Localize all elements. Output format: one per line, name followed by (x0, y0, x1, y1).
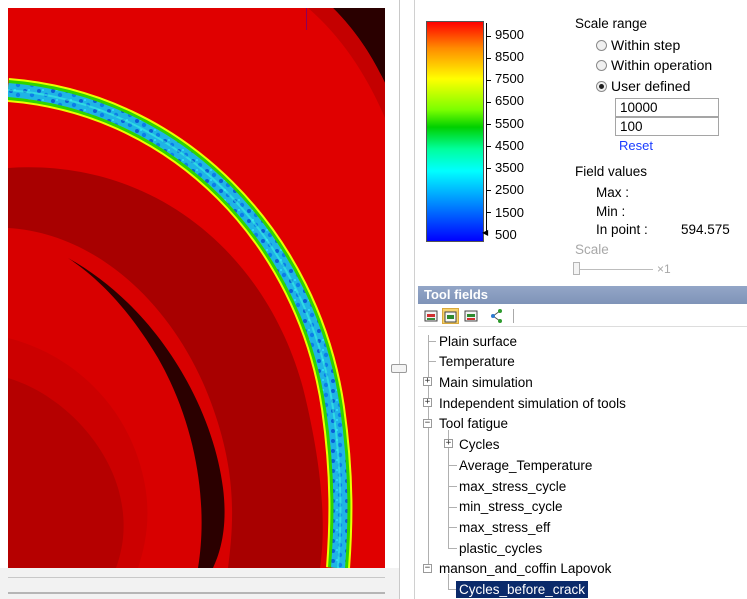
field-render (8, 8, 385, 568)
in-point-value: 594.575 (681, 222, 730, 237)
tree-connector (448, 527, 457, 528)
toolbar-separator (513, 309, 514, 323)
legend-label: 2500 (495, 182, 524, 197)
tree-item-temperature[interactable]: Temperature (439, 353, 515, 370)
collapse-minus-icon[interactable]: − (423, 419, 432, 428)
legend-label: 5500 (495, 116, 524, 131)
splitter-line (399, 0, 400, 599)
tree-item-manson-and-coffin[interactable]: manson_and_coffin Lapovok (439, 560, 611, 577)
expand-plus-icon[interactable]: + (423, 398, 432, 407)
collapse-minus-icon[interactable]: − (423, 564, 432, 573)
legend-label: 8500 (495, 49, 524, 64)
radio-button-checked-icon[interactable] (596, 80, 607, 92)
share-icon[interactable] (488, 308, 505, 324)
tree-connector (428, 361, 436, 362)
tree-item-plain-surface[interactable]: Plain surface (439, 333, 517, 350)
tree-item-max-stress-cycle[interactable]: max_stress_cycle (459, 478, 566, 495)
legend-tick (486, 102, 491, 103)
radio-button-icon[interactable] (596, 39, 607, 51)
tool-fields-toolbar (418, 305, 747, 327)
legend-tick (486, 190, 491, 191)
tree-connector (448, 589, 456, 590)
layer-alt-icon[interactable] (463, 308, 480, 324)
radio-label: Within step (611, 37, 681, 53)
in-point-label: In point : (596, 222, 648, 237)
panel-separator (414, 0, 415, 599)
expand-plus-icon[interactable]: + (444, 439, 453, 448)
legend-tick (486, 58, 491, 59)
reset-link[interactable]: Reset (619, 139, 653, 151)
legend-tick (486, 36, 491, 37)
legend-label: 3500 (495, 160, 524, 175)
radio-within-operation[interactable]: Within operation (596, 57, 712, 73)
tree-connector (428, 341, 436, 342)
legend-pointer-icon: ◀ (482, 228, 489, 237)
legend-tick (486, 124, 491, 125)
tree-item-independent-simulation[interactable]: Independent simulation of tools (439, 395, 626, 412)
scale-multiplier: ×1 (657, 262, 671, 276)
legend-tick (486, 80, 491, 81)
tool-fields-header: Tool fields (418, 286, 747, 304)
radio-label: User defined (611, 78, 691, 94)
legend-label: 1500 (495, 205, 524, 220)
tree-item-tool-fatigue[interactable]: Tool fatigue (439, 415, 508, 432)
tree-item-average-temperature[interactable]: Average_Temperature (459, 457, 592, 474)
field-values-title: Field values (575, 164, 648, 179)
min-value-input[interactable] (615, 117, 719, 136)
legend-label: 4500 (495, 138, 524, 153)
scale-slider-track[interactable] (579, 269, 653, 270)
splitter-handle[interactable] (391, 364, 407, 373)
tree-item-cycles[interactable]: Cycles (459, 436, 500, 453)
tree-item-plastic-cycles[interactable]: plastic_cycles (459, 540, 542, 557)
tree-connector (428, 335, 429, 571)
tree-connector (448, 486, 457, 487)
legend-axis (486, 23, 487, 233)
legend-label: 500 (495, 227, 517, 242)
radio-label: Within operation (611, 57, 713, 73)
legend-label: 6500 (495, 93, 524, 108)
scale-range-title: Scale range (575, 16, 648, 31)
legend-tick (486, 212, 491, 213)
tree-item-max-stress-eff[interactable]: max_stress_eff (459, 519, 550, 536)
max-label: Max : (596, 185, 630, 200)
color-legend-bar (426, 21, 484, 242)
max-value-input[interactable] (615, 98, 719, 117)
legend-tick (486, 146, 491, 147)
tree-item-cycles-before-crack[interactable]: Cycles_before_crack (456, 581, 589, 598)
tree-connector (448, 548, 457, 549)
legend-tick (486, 168, 491, 169)
viewport-divider (8, 577, 385, 578)
simulation-viewport[interactable] (8, 8, 385, 568)
tree-item-main-simulation[interactable]: Main simulation (439, 374, 533, 391)
tree-item-min-stress-cycle[interactable]: min_stress_cycle (459, 498, 563, 515)
layer-icon[interactable] (423, 308, 440, 324)
scale-slider-thumb[interactable] (573, 262, 580, 275)
radio-button-icon[interactable] (596, 59, 607, 71)
expand-plus-icon[interactable]: + (423, 377, 432, 386)
radio-within-step[interactable]: Within step (596, 37, 680, 53)
layer-active-icon[interactable] (442, 308, 459, 324)
legend-label: 9500 (495, 27, 524, 42)
radio-user-defined[interactable]: User defined (596, 78, 690, 94)
min-label: Min : (596, 204, 626, 219)
viewport-bottom-area (0, 568, 399, 599)
scale-label: Scale (575, 242, 609, 257)
tree-connector (448, 465, 457, 466)
horizontal-scrollbar[interactable] (8, 592, 385, 594)
legend-label: 7500 (495, 71, 524, 86)
tree-connector (448, 507, 457, 508)
